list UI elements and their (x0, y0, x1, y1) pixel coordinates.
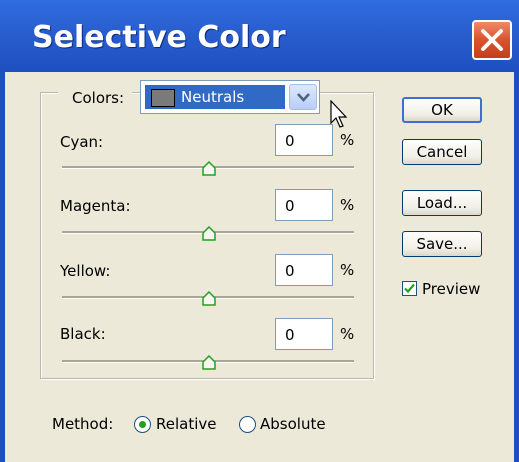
colors-label: Colors: (58, 88, 133, 108)
preview-label: Preview (422, 280, 481, 298)
chevron-down-icon (297, 93, 310, 102)
yellow-unit: % (340, 261, 355, 279)
mouse-pointer-icon (330, 100, 348, 128)
black-label: Black: (60, 325, 106, 343)
selective-color-dialog: Selective Color Colors: Neutrals Cyan: 0… (0, 0, 519, 462)
radio-absolute[interactable] (239, 416, 256, 433)
colors-dropdown[interactable]: Neutrals (140, 80, 320, 114)
ok-button[interactable]: OK (402, 97, 482, 123)
black-slider-thumb-icon[interactable] (201, 355, 217, 371)
radio-selected-dot-icon (139, 421, 146, 428)
radio-absolute-label[interactable]: Absolute (260, 414, 326, 434)
close-icon (481, 29, 503, 51)
colors-selected-value: Neutrals (181, 88, 245, 106)
method-label: Method: (52, 415, 114, 433)
black-value: 0 (285, 326, 295, 344)
yellow-slider-thumb-icon[interactable] (201, 291, 217, 307)
save-button[interactable]: Save... (402, 231, 482, 257)
dropdown-arrow-button[interactable] (289, 84, 317, 110)
cyan-value: 0 (285, 132, 295, 150)
magenta-input[interactable]: 0 (275, 189, 333, 221)
magenta-unit: % (340, 196, 355, 214)
window-border (514, 72, 519, 462)
neutral-swatch-icon (151, 89, 175, 107)
cyan-input[interactable]: 0 (275, 124, 333, 156)
yellow-input[interactable]: 0 (275, 254, 333, 286)
cancel-button[interactable]: Cancel (402, 139, 482, 165)
magenta-label: Magenta: (60, 197, 131, 215)
yellow-label: Yellow: (60, 262, 111, 280)
yellow-value: 0 (285, 262, 295, 280)
load-button[interactable]: Load... (402, 190, 482, 216)
cyan-label: Cyan: (60, 133, 104, 151)
radio-relative[interactable] (134, 416, 151, 433)
title-bar[interactable]: Selective Color (0, 0, 519, 72)
preview-checkbox[interactable] (402, 281, 417, 296)
cyan-unit: % (340, 131, 355, 149)
radio-relative-label[interactable]: Relative (156, 414, 217, 434)
close-button[interactable] (472, 20, 512, 60)
magenta-slider-thumb-icon[interactable] (201, 226, 217, 242)
window-title: Selective Color (32, 20, 286, 55)
black-input[interactable]: 0 (275, 318, 333, 350)
magenta-value: 0 (285, 197, 295, 215)
colors-selected-option: Neutrals (145, 85, 285, 109)
black-unit: % (340, 325, 355, 343)
checkmark-icon (404, 283, 415, 294)
cyan-slider-thumb-icon[interactable] (201, 161, 217, 177)
